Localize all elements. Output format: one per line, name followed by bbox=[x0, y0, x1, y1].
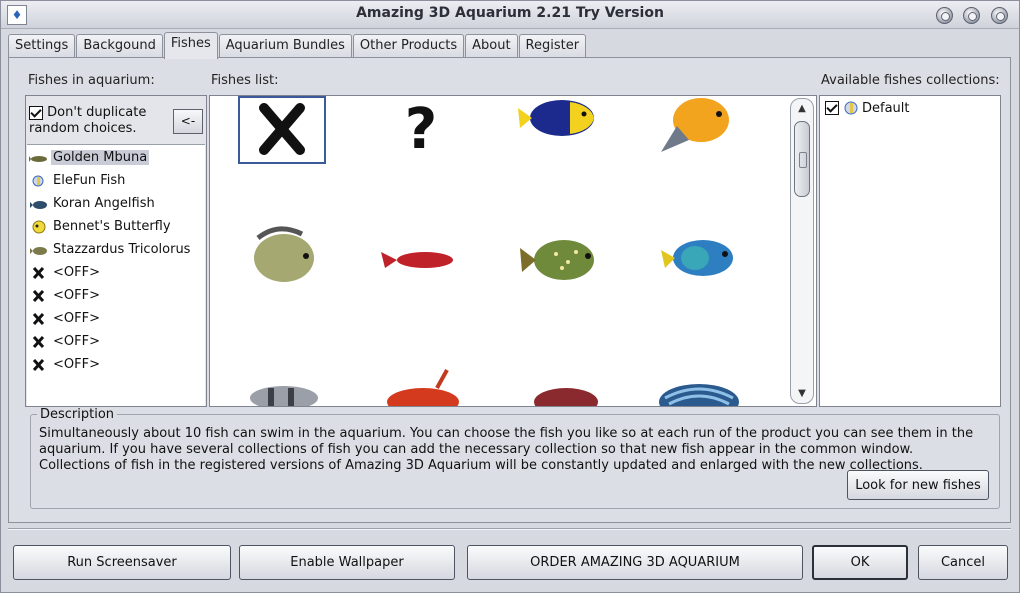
dont-duplicate-checkbox[interactable] bbox=[29, 105, 43, 120]
fish-name: Koran Angelfish bbox=[53, 196, 155, 211]
scroll-down-arrow-icon[interactable]: ▼ bbox=[795, 387, 809, 401]
fishes-grid-scrollbar[interactable]: ▲ ▼ bbox=[790, 98, 814, 404]
off-x-icon bbox=[259, 103, 305, 155]
fish-cell-11[interactable] bbox=[516, 358, 604, 406]
orange-fish-icon bbox=[661, 98, 729, 152]
bennets-butterfly-icon bbox=[29, 220, 49, 234]
aquarium-fish-list: Golden Mbuna EleFun Fish Koran Angelfish… bbox=[27, 144, 205, 406]
fish-cell-off[interactable] bbox=[238, 96, 326, 164]
fish-cell-3[interactable] bbox=[516, 96, 604, 164]
fish-cell-7[interactable] bbox=[516, 216, 604, 284]
fish-cell-5[interactable] bbox=[238, 216, 326, 284]
off-x-icon bbox=[29, 312, 49, 326]
stazzardus-icon bbox=[29, 243, 49, 257]
scroll-up-arrow-icon[interactable]: ▲ bbox=[795, 102, 809, 116]
list-item[interactable]: <OFF> bbox=[27, 354, 102, 375]
description-legend: Description bbox=[37, 407, 118, 422]
enable-wallpaper-button[interactable]: Enable Wallpaper bbox=[239, 545, 455, 580]
tab-fishes[interactable]: Fishes bbox=[163, 32, 218, 59]
close-button[interactable] bbox=[991, 7, 1008, 24]
tab-aquarium-bundles[interactable]: Aquarium Bundles bbox=[218, 34, 352, 58]
list-item[interactable]: EleFun Fish bbox=[27, 170, 127, 191]
koran-angelfish-icon bbox=[29, 197, 49, 211]
tab-bar: Settings Backgound Fishes Aquarium Bundl… bbox=[8, 32, 587, 59]
tab-other-products[interactable]: Other Products bbox=[352, 34, 465, 58]
yellow-blue-fish-icon bbox=[518, 100, 594, 136]
off-x-icon bbox=[29, 358, 49, 372]
collections-label: Available fishes collections: bbox=[821, 73, 1000, 88]
list-item[interactable]: <OFF> bbox=[27, 262, 102, 283]
off-x-icon bbox=[29, 289, 49, 303]
remove-fish-button[interactable]: <- bbox=[173, 109, 203, 134]
collections-list: Default bbox=[819, 95, 1001, 407]
random-question-icon: ? bbox=[405, 97, 437, 162]
fishes-list-label: Fishes list: bbox=[211, 73, 279, 88]
title-bar[interactable]: ♦ Amazing 3D Aquarium 2.21 Try Version bbox=[1, 1, 1019, 29]
list-item[interactable]: Bennet's Butterfly bbox=[27, 216, 173, 237]
tab-register[interactable]: Register bbox=[518, 34, 587, 58]
tab-settings[interactable]: Settings bbox=[8, 34, 76, 58]
grey-fish-icon bbox=[254, 226, 314, 282]
fish-name: <OFF> bbox=[53, 334, 100, 349]
striped-fish-icon bbox=[250, 386, 318, 406]
scroll-thumb[interactable] bbox=[794, 121, 810, 197]
fish-cell-9[interactable] bbox=[238, 358, 326, 406]
list-item[interactable]: <OFF> bbox=[27, 331, 102, 352]
look-for-new-fishes-button[interactable]: Look for new fishes bbox=[847, 470, 989, 500]
svg-text:?: ? bbox=[405, 97, 437, 162]
list-item[interactable]: Koran Angelfish bbox=[27, 193, 157, 214]
off-x-icon bbox=[29, 266, 49, 280]
minimize-button[interactable] bbox=[936, 7, 953, 24]
fish-name: <OFF> bbox=[53, 357, 100, 372]
list-item[interactable]: <OFF> bbox=[27, 308, 102, 329]
spotted-fish-icon bbox=[520, 240, 594, 280]
run-screensaver-button[interactable]: Run Screensaver bbox=[13, 545, 231, 580]
window-title: Amazing 3D Aquarium 2.21 Try Version bbox=[356, 5, 664, 21]
red-fin-fish-icon bbox=[387, 369, 459, 406]
collection-item[interactable]: Default bbox=[825, 100, 910, 116]
dont-duplicate-option[interactable]: Don't duplicate random choices. bbox=[29, 105, 169, 137]
golden-mbuna-icon bbox=[29, 151, 49, 165]
fish-name: <OFF> bbox=[53, 265, 100, 280]
fish-cell-8[interactable] bbox=[655, 216, 743, 284]
collection-label: Default bbox=[862, 100, 910, 116]
fish-cell-12[interactable] bbox=[655, 358, 743, 406]
order-button[interactable]: ORDER AMAZING 3D AQUARIUM bbox=[467, 545, 803, 580]
fish-name: Bennet's Butterfly bbox=[53, 219, 171, 234]
fishes-in-aquarium-label: Fishes in aquarium: bbox=[28, 73, 155, 88]
blue-angelfish-icon bbox=[661, 240, 733, 276]
maximize-button[interactable] bbox=[963, 7, 980, 24]
fish-name: <OFF> bbox=[53, 288, 100, 303]
app-window: ♦ Amazing 3D Aquarium 2.21 Try Version S… bbox=[0, 0, 1020, 593]
collection-checkbox[interactable] bbox=[825, 101, 839, 115]
dont-duplicate-label: Don't duplicate random choices. bbox=[29, 105, 147, 136]
fish-cell-random[interactable]: ? bbox=[377, 96, 465, 164]
tab-about[interactable]: About bbox=[465, 34, 518, 58]
fishes-grid: ? bbox=[209, 95, 817, 407]
fish-name: <OFF> bbox=[53, 311, 100, 326]
fish-name: EleFun Fish bbox=[53, 173, 126, 188]
elefun-fish-icon bbox=[29, 174, 49, 188]
off-x-icon bbox=[29, 335, 49, 349]
footer-separator bbox=[8, 528, 1011, 530]
list-item[interactable]: <OFF> bbox=[27, 285, 102, 306]
fish-cell-10[interactable] bbox=[377, 358, 465, 406]
list-item[interactable]: Stazzardus Tricolorus bbox=[27, 239, 192, 260]
list-item[interactable]: Golden Mbuna bbox=[27, 147, 150, 168]
blue-striped-fish-icon bbox=[659, 384, 739, 406]
ok-button[interactable]: OK bbox=[812, 545, 908, 580]
fish-name: Stazzardus Tricolorus bbox=[53, 242, 191, 257]
red-slim-fish-icon bbox=[381, 252, 453, 268]
fish-cell-4[interactable] bbox=[655, 96, 743, 164]
cancel-button[interactable]: Cancel bbox=[918, 545, 1008, 580]
tab-background[interactable]: Backgound bbox=[76, 34, 163, 58]
dark-red-fish-icon bbox=[534, 388, 598, 406]
description-text: Simultaneously about 10 fish can swim in… bbox=[39, 426, 974, 473]
fish-cell-6[interactable] bbox=[377, 216, 465, 284]
collection-fish-icon bbox=[842, 100, 860, 116]
fish-name: Golden Mbuna bbox=[51, 150, 150, 165]
